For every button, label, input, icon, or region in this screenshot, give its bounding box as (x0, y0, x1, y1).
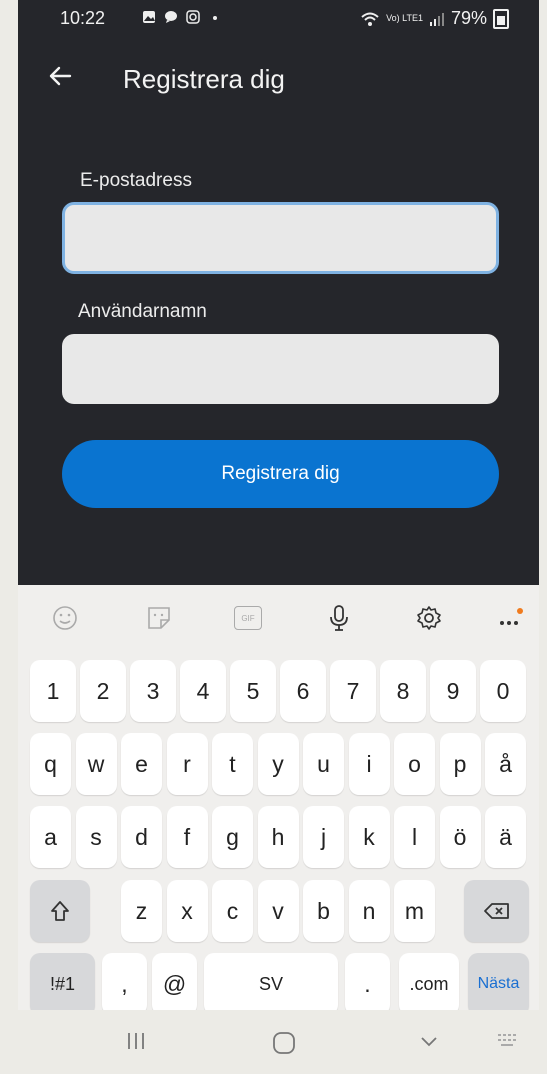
key-l[interactable]: l (394, 806, 435, 868)
key-1[interactable]: 1 (30, 660, 76, 722)
dotcom-key[interactable]: .com (399, 953, 459, 1015)
key-o[interactable]: o (394, 733, 435, 795)
network-label: Vo) LTE1 (386, 13, 423, 23)
key-a[interactable]: a (30, 806, 71, 868)
key-m[interactable]: m (394, 880, 435, 942)
shift-icon (51, 901, 69, 921)
key-c[interactable]: c (212, 880, 253, 942)
key-e[interactable]: e (121, 733, 162, 795)
battery-percent: 79% (450, 8, 487, 28)
key-j[interactable]: j (303, 806, 344, 868)
arrow-left-icon[interactable] (46, 62, 76, 92)
sticker-icon[interactable] (144, 603, 174, 633)
phone-screen: 10:22 Vo) LTE1 79% Registrera dig E-post… (18, 0, 539, 1074)
chat-icon (165, 11, 177, 23)
status-right: Vo) LTE1 79% (360, 8, 509, 29)
shift-key[interactable] (30, 880, 90, 942)
keyboard-icon[interactable] (496, 1030, 520, 1050)
key-2[interactable]: 2 (80, 660, 126, 722)
chevron-down-icon[interactable] (418, 1030, 440, 1052)
key-å[interactable]: å (485, 733, 526, 795)
email-field[interactable] (62, 202, 499, 274)
key-f[interactable]: f (166, 806, 208, 868)
status-bar: 10:22 Vo) LTE1 79% (18, 0, 539, 40)
key-b[interactable]: b (303, 880, 344, 942)
page-title: Registrera dig (123, 64, 285, 94)
next-key[interactable]: Nästa (468, 953, 529, 1015)
username-label: Användarnamn (78, 301, 207, 322)
microphone-icon[interactable] (324, 603, 354, 633)
key-y[interactable]: y (257, 733, 299, 795)
emoji-icon[interactable] (50, 603, 80, 633)
wifi-icon (361, 12, 379, 26)
gallery-icon (143, 11, 155, 23)
key-s[interactable]: s (75, 806, 117, 868)
key-i[interactable]: i (348, 733, 390, 795)
key-k[interactable]: k (348, 806, 390, 868)
key-3[interactable]: 3 (130, 660, 176, 722)
key-7[interactable]: 7 (330, 660, 376, 722)
key-q[interactable]: q (30, 733, 71, 795)
backspace-icon (483, 903, 509, 919)
key-u[interactable]: u (303, 733, 344, 795)
key-x[interactable]: x (166, 880, 208, 942)
keyboard-toolbar: GIF (18, 585, 539, 647)
key-ä[interactable]: ä (485, 806, 526, 868)
more-icon[interactable] (496, 603, 526, 633)
key-v[interactable]: v (257, 880, 299, 942)
keyboard: GIF 1234567890 qwertyuiopå asdfghjklöä zxcv… (18, 585, 539, 1074)
key-r[interactable]: r (166, 733, 208, 795)
key-4[interactable]: 4 (180, 660, 226, 722)
navigation-bar (18, 1010, 539, 1074)
key-5[interactable]: 5 (230, 660, 276, 722)
comma-key[interactable]: , (102, 953, 147, 1015)
status-time: 10:22 (60, 8, 106, 28)
key-t[interactable]: t (212, 733, 253, 795)
key-d[interactable]: d (121, 806, 162, 868)
dot-icon (213, 16, 217, 20)
instagram-icon (186, 10, 200, 24)
notification-icons (142, 10, 222, 24)
symbols-key[interactable]: !#1 (30, 953, 95, 1015)
key-9[interactable]: 9 (430, 660, 476, 722)
key-n[interactable]: n (348, 880, 390, 942)
home-icon[interactable] (271, 1030, 297, 1056)
dot-key[interactable]: . (345, 953, 390, 1015)
key-8[interactable]: 8 (380, 660, 426, 722)
key-z[interactable]: z (121, 880, 162, 942)
key-ö[interactable]: ö (439, 806, 481, 868)
battery-icon (493, 8, 509, 29)
recent-apps-icon[interactable] (125, 1030, 147, 1052)
key-6[interactable]: 6 (280, 660, 326, 722)
register-button[interactable]: Registrera dig (62, 440, 499, 508)
at-key[interactable]: @ (152, 953, 197, 1015)
email-label: E-postadress (80, 170, 192, 191)
key-h[interactable]: h (257, 806, 299, 868)
space-key[interactable]: SV (204, 953, 338, 1015)
key-0[interactable]: 0 (480, 660, 526, 722)
settings-icon[interactable] (414, 603, 444, 633)
username-field[interactable] (62, 334, 499, 404)
gif-icon[interactable]: GIF (234, 606, 262, 630)
key-p[interactable]: p (439, 733, 481, 795)
app-screen: 10:22 Vo) LTE1 79% Registrera dig E-post… (18, 0, 539, 585)
key-g[interactable]: g (212, 806, 253, 868)
key-w[interactable]: w (75, 733, 117, 795)
signal-icon (429, 12, 444, 26)
backspace-key[interactable] (464, 880, 529, 942)
